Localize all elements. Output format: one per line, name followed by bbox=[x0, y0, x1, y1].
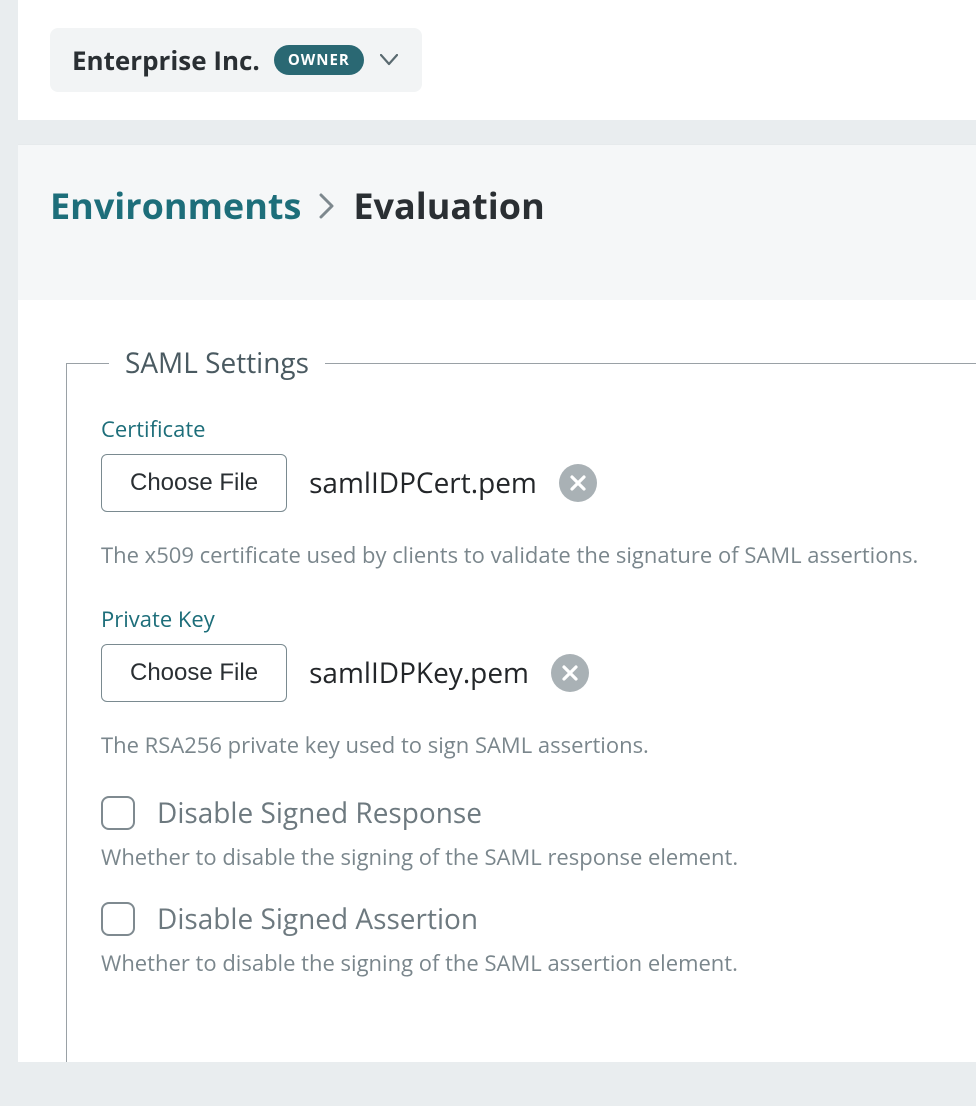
private-key-help-text: The RSA256 private key used to sign SAML… bbox=[101, 730, 976, 760]
certificate-choose-file-button[interactable]: Choose File bbox=[101, 454, 287, 512]
saml-settings-fieldset: SAML Settings Certificate Choose File sa… bbox=[66, 344, 976, 1062]
breadcrumb-panel: Environments Evaluation bbox=[18, 144, 976, 300]
breadcrumb-current: Evaluation bbox=[353, 181, 544, 230]
private-key-clear-icon[interactable] bbox=[551, 654, 589, 692]
owner-badge: OWNER bbox=[274, 45, 364, 75]
disable-signed-response-row: Disable Signed Response bbox=[101, 794, 976, 832]
private-key-choose-file-button[interactable]: Choose File bbox=[101, 644, 287, 702]
certificate-clear-icon[interactable] bbox=[559, 464, 597, 502]
top-bar: Enterprise Inc. OWNER bbox=[18, 0, 976, 120]
certificate-file-row: Choose File samlIDPCert.pem bbox=[101, 454, 976, 512]
private-key-label: Private Key bbox=[101, 604, 976, 634]
breadcrumb-link-environments[interactable]: Environments bbox=[50, 181, 301, 230]
disable-signed-response-checkbox[interactable] bbox=[101, 796, 135, 830]
breadcrumb: Environments Evaluation bbox=[50, 181, 944, 230]
chevron-right-icon bbox=[319, 193, 335, 219]
disable-signed-response-help: Whether to disable the signing of the SA… bbox=[101, 842, 976, 872]
certificate-help-text: The x509 certificate used by clients to … bbox=[101, 540, 976, 570]
disable-signed-assertion-help: Whether to disable the signing of the SA… bbox=[101, 948, 976, 978]
private-key-file-name: samlIDPKey.pem bbox=[309, 654, 529, 692]
private-key-file-row: Choose File samlIDPKey.pem bbox=[101, 644, 976, 702]
chevron-down-icon bbox=[378, 54, 400, 66]
certificate-label: Certificate bbox=[101, 414, 976, 444]
page-root: Enterprise Inc. OWNER Environments Evalu… bbox=[0, 0, 976, 1106]
main-content: SAML Settings Certificate Choose File sa… bbox=[18, 300, 976, 1062]
disable-signed-assertion-checkbox[interactable] bbox=[101, 902, 135, 936]
certificate-file-name: samlIDPCert.pem bbox=[309, 464, 537, 502]
org-selector[interactable]: Enterprise Inc. OWNER bbox=[50, 28, 422, 92]
org-name: Enterprise Inc. bbox=[72, 42, 260, 78]
saml-legend: SAML Settings bbox=[109, 344, 325, 382]
disable-signed-response-label: Disable Signed Response bbox=[157, 794, 482, 832]
disable-signed-assertion-label: Disable Signed Assertion bbox=[157, 900, 478, 938]
disable-signed-assertion-row: Disable Signed Assertion bbox=[101, 900, 976, 938]
